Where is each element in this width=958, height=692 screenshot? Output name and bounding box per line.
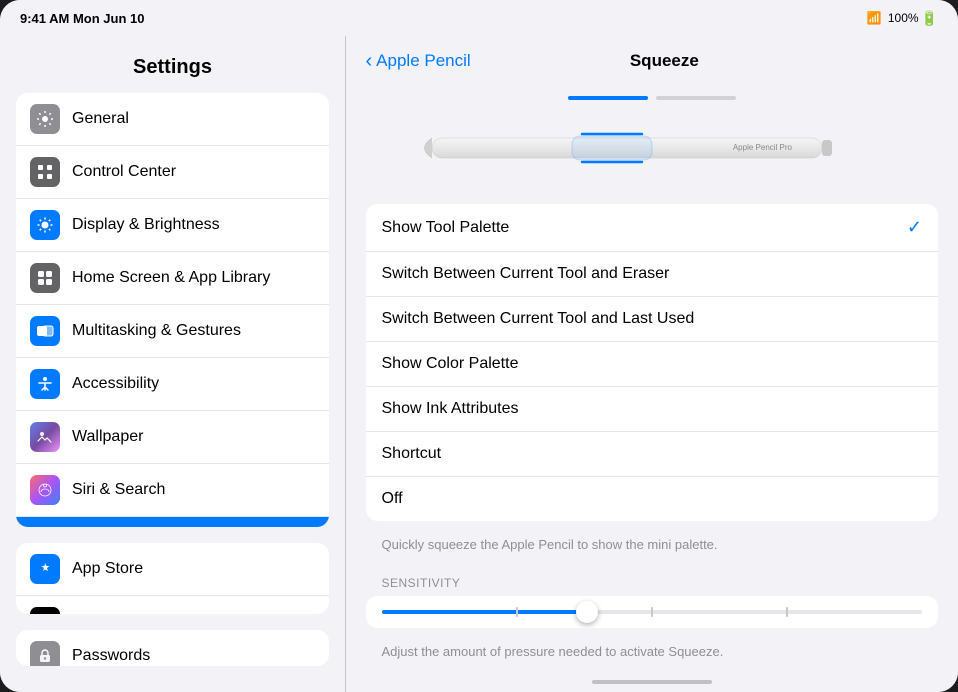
multitasking-icon xyxy=(30,316,60,346)
sidebar-group-3: Passwords xyxy=(16,630,329,666)
sidebar-label-siri: Siri & Search xyxy=(72,481,165,499)
sidebar-label-appstore: App Store xyxy=(72,560,143,578)
option-show-ink-label: Show Ink Attributes xyxy=(382,400,519,418)
sensitivity-slider-container xyxy=(366,596,939,628)
option-switch-last[interactable]: Switch Between Current Tool and Last Use… xyxy=(366,297,939,342)
battery-percent: 100% xyxy=(888,11,919,25)
wallpaper-icon xyxy=(30,422,60,452)
sensitivity-section: SENSITIVITY xyxy=(366,568,939,663)
option-switch-eraser[interactable]: Switch Between Current Tool and Eraser xyxy=(366,252,939,297)
sidebar-item-multitasking[interactable]: Multitasking & Gestures xyxy=(16,305,329,358)
back-chevron-icon: ‹ xyxy=(366,51,373,71)
status-bar: 9:41 AM Mon Jun 10 📶 100% 🔋 xyxy=(0,0,958,36)
back-button[interactable]: ‹ Apple Pencil xyxy=(366,51,471,71)
sidebar-label-multitasking: Multitasking & Gestures xyxy=(72,322,241,340)
sensitivity-group xyxy=(366,596,939,628)
sidebar-item-general[interactable]: General xyxy=(16,93,329,146)
home-bar xyxy=(592,680,712,684)
sidebar-group-2: App Store Wallet & Apple Pay xyxy=(16,543,329,615)
sensitivity-hint: Adjust the amount of pressure needed to … xyxy=(366,636,939,663)
status-time: 9:41 AM Mon Jun 10 xyxy=(20,11,144,26)
sidebar-label-accessibility: Accessibility xyxy=(72,375,159,393)
sidebar-label-homescreen: Home Screen & App Library xyxy=(72,269,270,287)
sidebar-label-control: Control Center xyxy=(72,163,176,181)
settings-scroll-area: Show Tool Palette ✓ Switch Between Curre… xyxy=(346,204,958,672)
sidebar-label-display: Display & Brightness xyxy=(72,216,220,234)
slider-tick-2 xyxy=(651,607,653,617)
option-shortcut[interactable]: Shortcut xyxy=(366,432,939,477)
sidebar-group-1: General Control Center Display & Brightn… xyxy=(16,93,329,527)
sidebar-item-wallpaper[interactable]: Wallpaper xyxy=(16,411,329,464)
status-right-icons: 📶 100% 🔋 xyxy=(867,10,938,27)
tab-indicator-active xyxy=(568,96,648,100)
passwords-icon xyxy=(30,641,60,666)
battery-indicator: 100% 🔋 xyxy=(888,10,938,27)
accessibility-icon xyxy=(30,369,60,399)
option-switch-eraser-label: Switch Between Current Tool and Eraser xyxy=(382,265,670,283)
sensitivity-label: SENSITIVITY xyxy=(366,568,939,596)
sidebar-item-homescreen[interactable]: Home Screen & App Library xyxy=(16,252,329,305)
squeeze-options-group: Show Tool Palette ✓ Switch Between Curre… xyxy=(366,204,939,521)
slider-tick-1 xyxy=(516,607,518,617)
sidebar-item-siri[interactable]: Siri & Search xyxy=(16,464,329,517)
sensitivity-slider-track xyxy=(382,610,923,614)
sidebar-item-wallet[interactable]: Wallet & Apple Pay xyxy=(16,596,329,615)
options-hint: Quickly squeeze the Apple Pencil to show… xyxy=(366,529,939,564)
control-center-icon xyxy=(30,157,60,187)
sidebar-item-accessibility[interactable]: Accessibility xyxy=(16,358,329,411)
sidebar-item-pencil[interactable]: Apple Pencil xyxy=(16,517,329,527)
homescreen-icon xyxy=(30,263,60,293)
option-off[interactable]: Off xyxy=(366,477,939,521)
battery-icon: 🔋 xyxy=(921,10,938,27)
option-show-color[interactable]: Show Color Palette xyxy=(366,342,939,387)
main-content: Settings General Control Center xyxy=(0,36,958,692)
sidebar-item-control-center[interactable]: Control Center xyxy=(16,146,329,199)
detail-title: Squeeze xyxy=(471,51,858,71)
option-show-tool-palette[interactable]: Show Tool Palette ✓ xyxy=(366,204,939,252)
option-off-label: Off xyxy=(382,490,403,508)
back-label: Apple Pencil xyxy=(376,51,471,71)
sensitivity-slider-fill xyxy=(382,610,598,614)
appstore-icon xyxy=(30,554,60,584)
slider-tick-3 xyxy=(786,607,788,617)
detail-pane: ‹ Apple Pencil Squeeze xyxy=(346,36,958,692)
sidebar-label-general: General xyxy=(72,110,129,128)
option-show-color-label: Show Color Palette xyxy=(382,355,519,373)
home-indicator xyxy=(346,672,958,692)
wallet-icon xyxy=(30,607,60,615)
option-show-ink[interactable]: Show Ink Attributes xyxy=(366,387,939,432)
sidebar-item-appstore[interactable]: App Store xyxy=(16,543,329,596)
general-icon xyxy=(30,104,60,134)
display-icon xyxy=(30,210,60,240)
option-show-tool-palette-label: Show Tool Palette xyxy=(382,219,510,237)
sidebar-item-display[interactable]: Display & Brightness xyxy=(16,199,329,252)
sidebar-label-passwords: Passwords xyxy=(72,647,150,665)
sidebar-title: Settings xyxy=(0,46,345,93)
option-switch-last-label: Switch Between Current Tool and Last Use… xyxy=(382,310,695,328)
sidebar: Settings General Control Center xyxy=(0,36,345,692)
pencil-illustration: Apple Pencil Pro xyxy=(412,108,892,188)
tab-indicator-inactive xyxy=(656,96,736,100)
sidebar-label-wallpaper: Wallpaper xyxy=(72,428,143,446)
option-shortcut-label: Shortcut xyxy=(382,445,442,463)
svg-text:Apple Pencil Pro: Apple Pencil Pro xyxy=(733,143,793,152)
sensitivity-slider-thumb[interactable] xyxy=(576,601,598,623)
pencil-area: Apple Pencil Pro xyxy=(346,86,958,204)
pencil-tab-indicators xyxy=(568,96,736,100)
checkmark-show-tool-palette: ✓ xyxy=(907,217,922,238)
siri-icon xyxy=(30,475,60,505)
sidebar-item-passwords[interactable]: Passwords xyxy=(16,630,329,666)
wifi-icon: 📶 xyxy=(867,11,882,25)
detail-header: ‹ Apple Pencil Squeeze xyxy=(346,36,958,86)
sidebar-label-wallet: Wallet & Apple Pay xyxy=(72,613,207,615)
